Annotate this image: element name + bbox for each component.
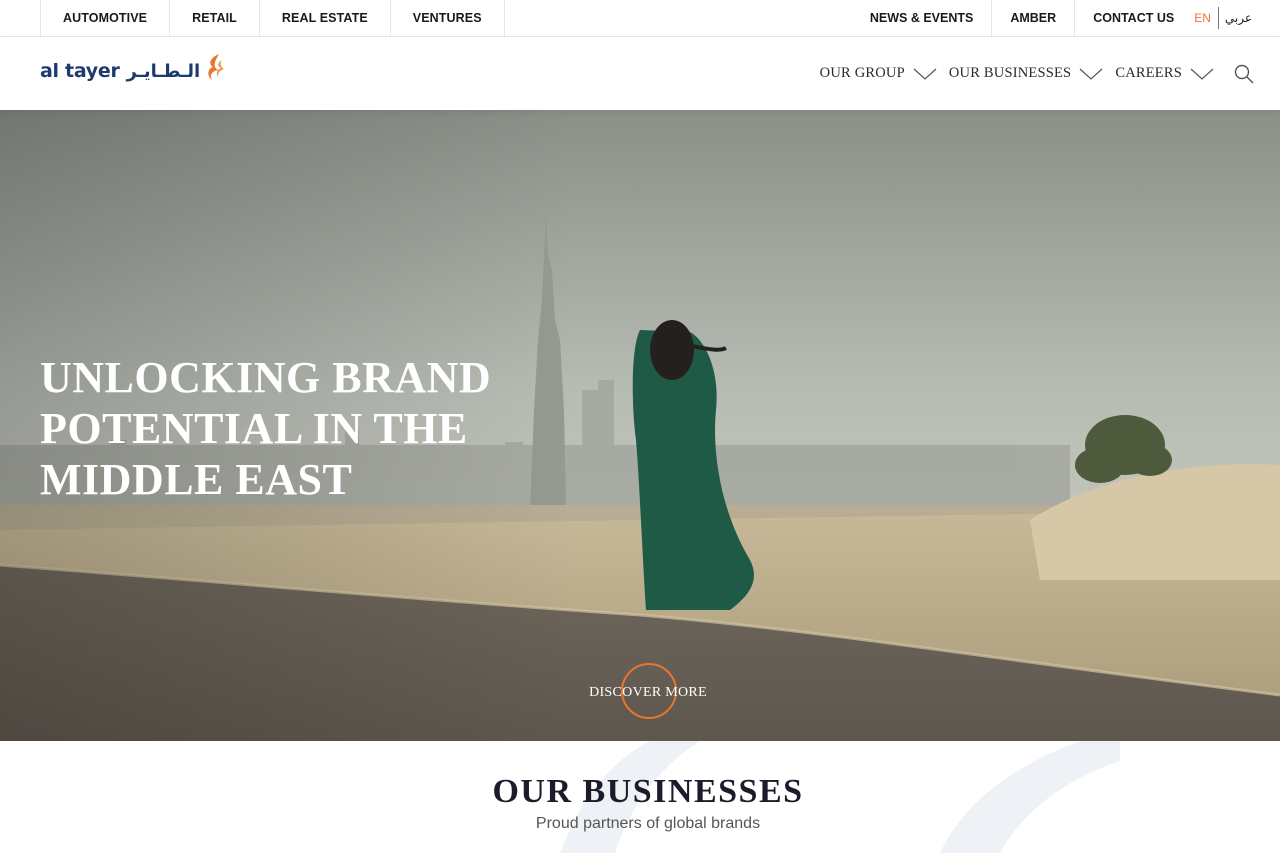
search-button[interactable]: [1234, 64, 1254, 84]
logo-text-english: al tayer: [40, 60, 120, 82]
top-utility-bar: AUTOMOTIVE RETAIL REAL ESTATE VENTURES N…: [0, 0, 1280, 37]
logo-text-arabic: الـطـايـر: [126, 60, 201, 82]
language-arabic[interactable]: عربي: [1219, 11, 1252, 25]
chevron-down-icon: [913, 68, 937, 80]
link-ventures[interactable]: VENTURES: [391, 0, 505, 36]
nav-our-group[interactable]: OUR GROUP: [820, 65, 937, 82]
discover-more-label: DISCOVER MORE: [589, 685, 707, 700]
chevron-down-icon: [1190, 68, 1214, 80]
nav-careers[interactable]: CAREERS: [1115, 65, 1214, 82]
our-businesses-section: OUR BUSINESSES Proud partners of global …: [0, 741, 1280, 853]
link-real-estate[interactable]: REAL ESTATE: [260, 0, 391, 36]
search-icon: [1234, 64, 1254, 83]
hero-headline-line-3: MIDDLE EAST: [40, 455, 353, 504]
primary-nav: OUR GROUP OUR BUSINESSES CAREERS: [808, 37, 1254, 110]
nav-our-group-label: OUR GROUP: [819, 65, 905, 81]
flame-logo-icon: [208, 54, 225, 80]
section-subtitle: Proud partners of global brands: [535, 815, 761, 832]
language-en[interactable]: EN: [1194, 7, 1219, 29]
sector-links: AUTOMOTIVE RETAIL REAL ESTATE VENTURES: [40, 0, 505, 36]
utility-links: NEWS & EVENTS AMBER CONTACT US EN عربي: [852, 0, 1252, 36]
chevron-down-icon: [1079, 68, 1103, 80]
link-amber[interactable]: AMBER: [992, 0, 1076, 36]
section-title: OUR BUSINESSES: [492, 773, 804, 810]
hero-headline-line-2: POTENTIAL IN THE: [40, 404, 468, 453]
link-contact-us[interactable]: CONTACT US: [1075, 0, 1194, 36]
hero-headline: UNLOCKING BRAND POTENTIAL IN THE MIDDLE …: [40, 352, 560, 505]
al-tayer-logo[interactable]: al tayer الـطـايـر: [40, 51, 226, 91]
main-header: al tayer الـطـايـر OUR GROUP OUR BUSINES…: [0, 37, 1280, 110]
hero-banner: UNLOCKING BRAND POTENTIAL IN THE MIDDLE …: [0, 110, 1280, 741]
nav-careers-label: CAREERS: [1115, 65, 1182, 81]
link-news-events[interactable]: NEWS & EVENTS: [852, 0, 993, 36]
link-retail[interactable]: RETAIL: [170, 0, 260, 36]
hero-headline-line-1: UNLOCKING BRAND: [40, 353, 492, 402]
nav-our-businesses-label: OUR BUSINESSES: [948, 65, 1072, 81]
link-automotive[interactable]: AUTOMOTIVE: [41, 0, 171, 36]
discover-more-button[interactable]: DISCOVER MORE: [570, 661, 730, 721]
nav-our-businesses[interactable]: OUR BUSINESSES: [949, 65, 1103, 82]
